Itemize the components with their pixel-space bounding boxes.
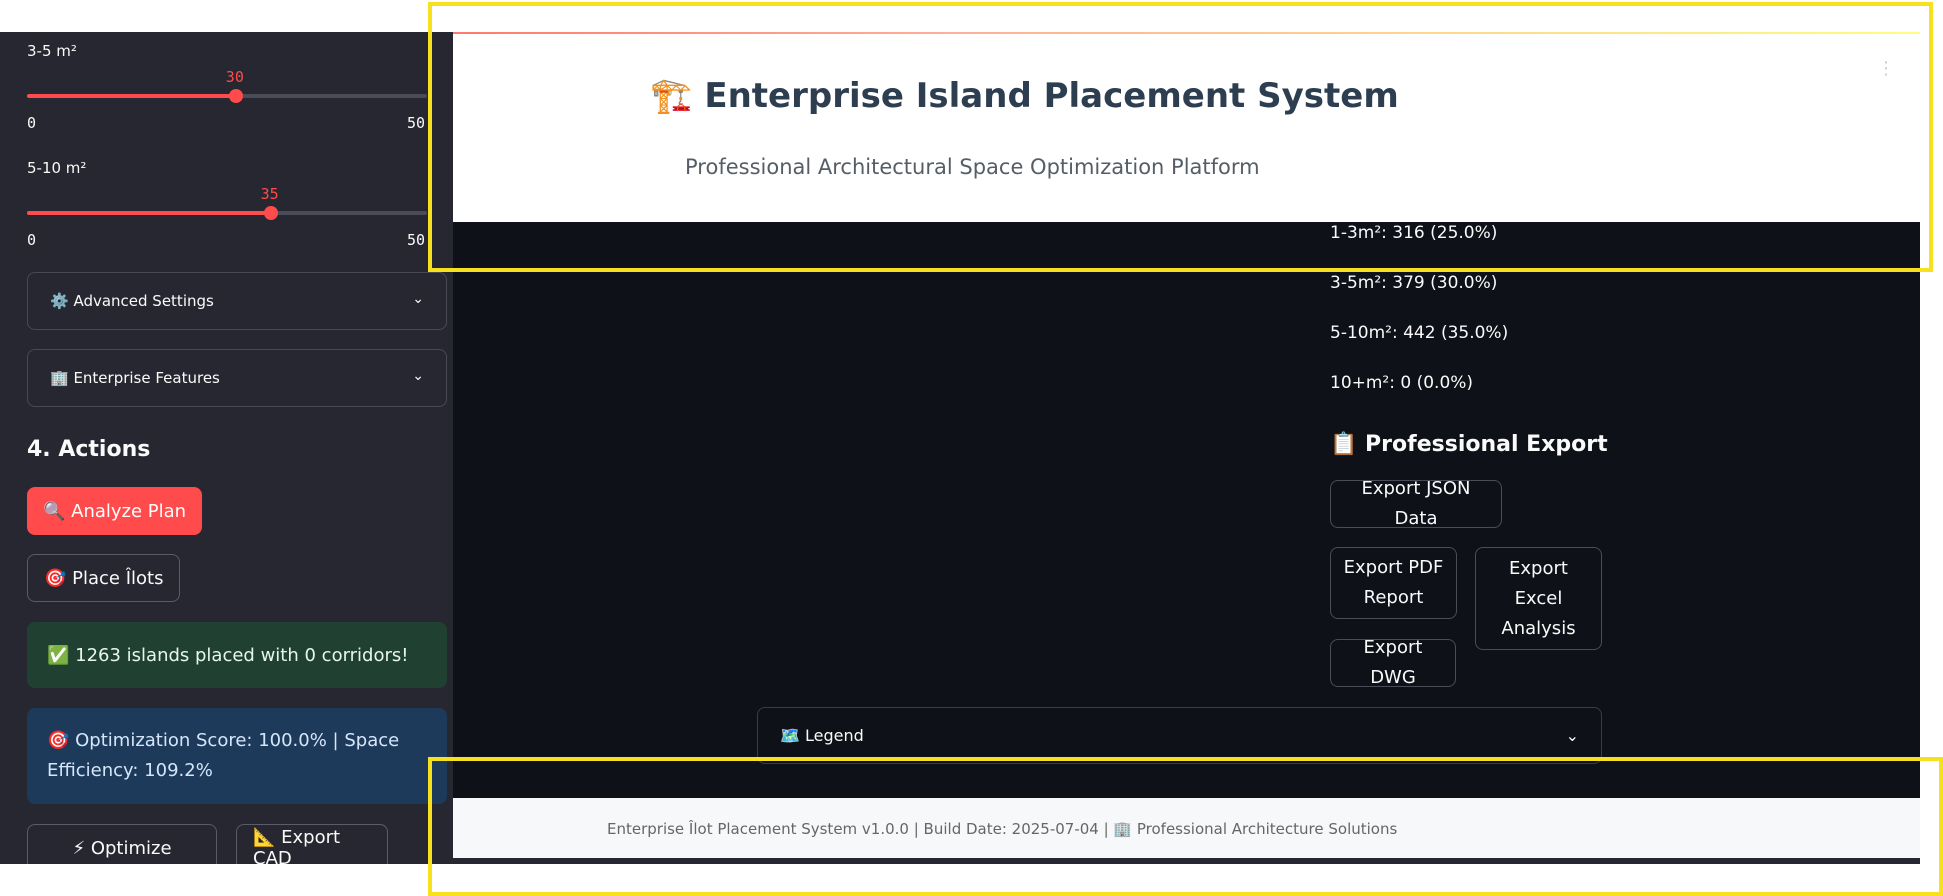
export-excel-button[interactable]: Export Excel Analysis [1475, 547, 1602, 650]
optimize-button[interactable]: ⚡ Optimize [27, 824, 217, 864]
sidebar: 3-5 m² 30 0 50 5-10 m² 35 0 50 ⚙️ Advanc… [0, 32, 453, 864]
slider-fill [27, 211, 271, 215]
chevron-down-icon: ⌄ [412, 291, 424, 307]
distribution-item: 5-10m²: 442 (35.0%) [1330, 323, 1509, 343]
chevron-down-icon: ⌄ [412, 368, 424, 384]
advanced-settings-expander[interactable]: ⚙️ Advanced Settings ⌄ [27, 272, 447, 330]
distribution-item: 10+m²: 0 (0.0%) [1330, 373, 1474, 393]
expander-label: ⚙️ Advanced Settings [50, 292, 214, 310]
expander-label: 🏢 Enterprise Features [50, 369, 220, 387]
highlight-box-header [428, 2, 1933, 272]
chevron-down-icon: ⌄ [1565, 726, 1579, 745]
export-json-button[interactable]: Export JSON Data [1330, 478, 1502, 529]
slider-5-10[interactable] [27, 206, 427, 220]
slider-thumb[interactable] [228, 89, 243, 103]
slider-value-5-10: 35 [260, 185, 279, 203]
legend-label: 🗺️ Legend [780, 726, 864, 745]
slider-min-5-10: 0 [27, 231, 37, 249]
export-header: 📋 Professional Export [1330, 432, 1608, 457]
actions-header: 4. Actions [27, 437, 151, 462]
success-alert: ✅ 1263 islands placed with 0 corridors! [27, 622, 447, 688]
highlight-box-footer [428, 757, 1943, 896]
export-dwg-button[interactable]: Export DWG [1330, 637, 1456, 688]
slider-max-5-10: 50 [407, 231, 426, 249]
slider-fill [27, 94, 236, 98]
slider-label-5-10: 5-10 m² [27, 159, 87, 177]
legend-expander[interactable]: 🗺️ Legend ⌄ [757, 707, 1602, 764]
analyze-plan-button[interactable]: 🔍 Analyze Plan [27, 487, 203, 535]
slider-label-3-5: 3-5 m² [27, 42, 77, 60]
slider-thumb[interactable] [263, 206, 278, 220]
info-text: 🎯 Optimization Score: 100.0% | Space Eff… [47, 730, 400, 781]
success-text: ✅ 1263 islands placed with 0 corridors! [47, 644, 409, 666]
slider-value-3-5: 30 [225, 68, 244, 86]
enterprise-features-expander[interactable]: 🏢 Enterprise Features ⌄ [27, 349, 447, 407]
place-ilots-button[interactable]: 🎯 Place Îlots [27, 554, 181, 602]
export-pdf-button[interactable]: Export PDF Report [1330, 547, 1457, 619]
info-alert: 🎯 Optimization Score: 100.0% | Space Eff… [27, 708, 447, 804]
slider-3-5[interactable] [27, 89, 427, 103]
slider-min-3-5: 0 [27, 114, 37, 132]
distribution-item: 3-5m²: 379 (30.0%) [1330, 273, 1498, 293]
export-cad-button[interactable]: 📐 Export CAD [236, 824, 388, 864]
slider-max-3-5: 50 [407, 114, 426, 132]
